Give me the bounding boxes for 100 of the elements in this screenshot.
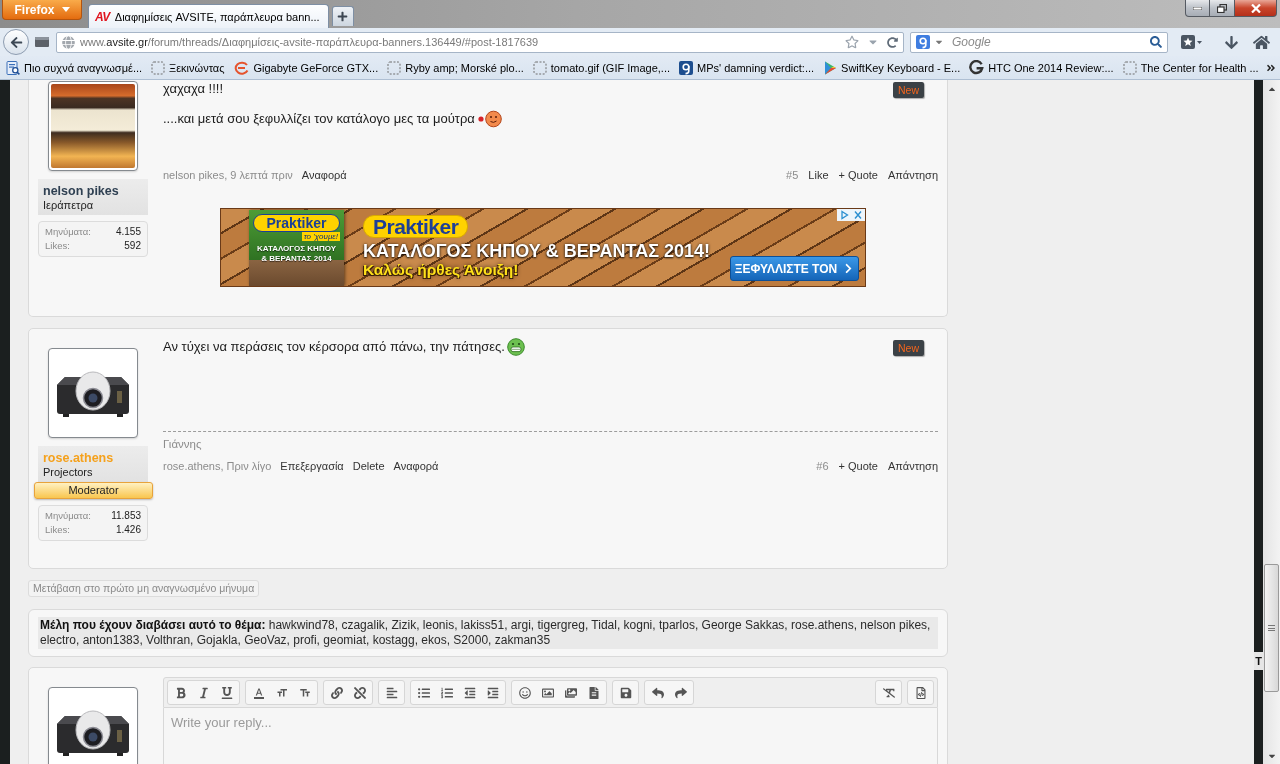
page-tile-icon[interactable]: [34, 35, 50, 49]
dashed-square-icon: [532, 60, 547, 75]
text-style-icon: [298, 686, 311, 699]
username-link[interactable]: nelson pikes: [43, 184, 119, 199]
message-text: χαχαχα !!!!: [163, 80, 224, 98]
stat-label: Μηνύματα:: [45, 225, 91, 239]
message-text: Αν τύχει να περάσεις τον κέρσορα από πάνω, την πάτησες.: [163, 338, 505, 356]
font-size-icon: [275, 686, 288, 699]
user-title: Ιεράπετρα: [43, 199, 94, 212]
plus-icon: [337, 11, 349, 22]
minimize-icon: [1193, 6, 1202, 10]
new-tab-button[interactable]: [331, 6, 354, 26]
search-icon[interactable]: [1150, 36, 1162, 48]
bookmark-item[interactable]: tomato.gif (GIF Image,...: [530, 60, 673, 75]
bookmark-item[interactable]: MPs' damning verdict:...: [677, 60, 817, 75]
reload-icon[interactable]: [887, 36, 898, 48]
stat-value: 11.853: [111, 509, 141, 523]
url-text: www.avsite.gr/forum/threads/Διαφημίσεις-avsite-παράπλευρα-banners.136449/#post-1817639: [80, 36, 539, 48]
arrow-left-icon: [9, 35, 23, 49]
back-button[interactable]: [3, 29, 29, 55]
post-byline: nelson pikes, 9 λεπτά πριν: [163, 168, 293, 182]
browser-tab[interactable]: AV Διαφημίσεις AVSITE, παράπλευρα bann...: [88, 4, 329, 28]
close-window-button[interactable]: [1235, 0, 1277, 17]
images-icon: [564, 686, 577, 699]
message-text: ....και μετά σου ξεφυλλίζει τον κατάλογο μες τα μούτρα: [163, 110, 475, 128]
smiley-icon: [476, 110, 503, 128]
post-action-link[interactable]: Απάντηση: [888, 459, 938, 473]
document-icon: [587, 686, 600, 699]
font-color-icon: [252, 686, 265, 699]
smiley-icon: [518, 686, 531, 699]
post-link[interactable]: Επεξεργασία: [280, 459, 344, 473]
triangle-info-icon[interactable]: [837, 209, 851, 221]
stat-label: Likes:: [45, 239, 70, 253]
post-action-link[interactable]: Απάντηση: [888, 168, 938, 182]
user-title: Projectors: [43, 466, 93, 479]
post-link[interactable]: Delete: [352, 459, 385, 473]
ad-logo: Praktiker: [363, 215, 469, 238]
minimize-button[interactable]: [1185, 0, 1210, 17]
site-logo: AV: [95, 9, 111, 24]
readers-text: Μέλη που έχουν διαβάσει αυτό το θέμα: hawkwind78, czagalik, Zizik, leonis, lakiss51, argi, tigergreg, Tidal, kogni, tparlos, George Sakkas, rose.athens, nelson pikes, electro, anton1383, Volthran, Gojakla, GeoVaz, profi, geomiat, kostagg, ekos, S2000, zakman35: [38, 617, 938, 649]
star-icon[interactable]: [845, 35, 859, 49]
italic-icon: [197, 686, 210, 699]
bookmark-item[interactable]: Πιο συχνά αναγνωσμέ...: [4, 60, 145, 75]
numbered-list-icon: [440, 686, 453, 699]
down-arrow-icon: [1223, 34, 1239, 50]
ad-headline: ΚΑΤΑΛΟΓΟΣ ΚΗΠΟΥ & ΒΕΡΑΝΤΑΣ 2014!: [363, 241, 710, 261]
post-byline: rose.athens, Πριν λίγο: [163, 459, 272, 473]
square-logo-icon: [679, 60, 694, 75]
restore-button[interactable]: [1210, 0, 1235, 17]
post-action-link[interactable]: + Quote: [838, 459, 878, 473]
cover-slogan: το 'χουμε!: [301, 232, 340, 241]
bookmark-item[interactable]: Gigabyte GeForce GTX...: [231, 60, 381, 75]
dashed-square-icon: [387, 60, 402, 75]
bookmark-item[interactable]: The Center for Health ...: [1120, 60, 1261, 75]
save-icon: [619, 686, 632, 699]
stat-label: Μηνύματα:: [45, 509, 91, 523]
double-chevron-icon[interactable]: [1266, 62, 1276, 73]
bookmark-item[interactable]: HTC One 2014 Review:...: [967, 60, 1116, 75]
address-field[interactable]: www.avsite.gr/forum/threads/Διαφημίσεις-avsite-παράπλευρα-banners.136449/#post-1817639: [56, 31, 904, 53]
side-tab[interactable]: T: [1254, 652, 1263, 670]
globe-icon: [62, 35, 75, 49]
bullet-list-icon: [417, 686, 430, 699]
align-left-icon: [385, 686, 398, 699]
search-engine-icon[interactable]: [916, 35, 930, 49]
redo-icon: [674, 686, 687, 699]
post-action-link[interactable]: Like: [808, 168, 829, 182]
dashed-square-icon: [151, 60, 166, 75]
reply-field[interactable]: Write your reply...: [163, 708, 938, 764]
search-input[interactable]: Google: [948, 33, 1146, 51]
stat-value: 1.426: [115, 523, 141, 537]
scrollbar-thumb[interactable]: [1264, 564, 1279, 692]
grin-smiley-icon: [506, 338, 525, 356]
cover-title: ΚΑΤΑΛΟΓΟΣ ΚΗΠΟΥ & ΒΕΡΑΝΤΑΣ 2014: [256, 244, 337, 263]
unlink-icon: [353, 686, 366, 699]
image-icon: [541, 686, 554, 699]
new-badge: New: [893, 82, 924, 98]
post-link[interactable]: Αναφορά: [301, 168, 347, 182]
close-icon: [1250, 3, 1261, 13]
caret-icon: [61, 7, 70, 12]
indent-icon: [486, 686, 499, 699]
close-icon[interactable]: [851, 209, 865, 221]
triangle-logo-icon: [823, 60, 838, 75]
role-badge: Moderator: [34, 482, 153, 499]
bold-icon: [174, 686, 187, 699]
ad-cta-button[interactable]: ΞΕΦΥΛΛΙΣΤΕ ΤΟΝ: [730, 256, 859, 281]
search-field[interactable]: Google: [910, 31, 1168, 53]
cover-logo: Praktiker: [253, 214, 340, 232]
bookmark-item[interactable]: SwiftKey Keyboard - E...: [821, 60, 963, 75]
swirl-logo-icon: [233, 60, 250, 75]
stat-label: Likes:: [45, 523, 70, 537]
post-link[interactable]: Αναφορά: [393, 459, 439, 473]
bookmark-item[interactable]: Ξεκινώντας: [149, 60, 227, 75]
stat-value: 592: [124, 239, 141, 253]
code-file-icon: [914, 686, 927, 699]
new-badge: New: [893, 340, 924, 356]
underline-icon: [220, 686, 233, 699]
post-action-link[interactable]: + Quote: [838, 168, 878, 182]
bookmark-item[interactable]: Ryby amp; Morské plo...: [385, 60, 526, 75]
dashed-square-icon: [1122, 60, 1137, 75]
home-icon: [1252, 33, 1270, 51]
